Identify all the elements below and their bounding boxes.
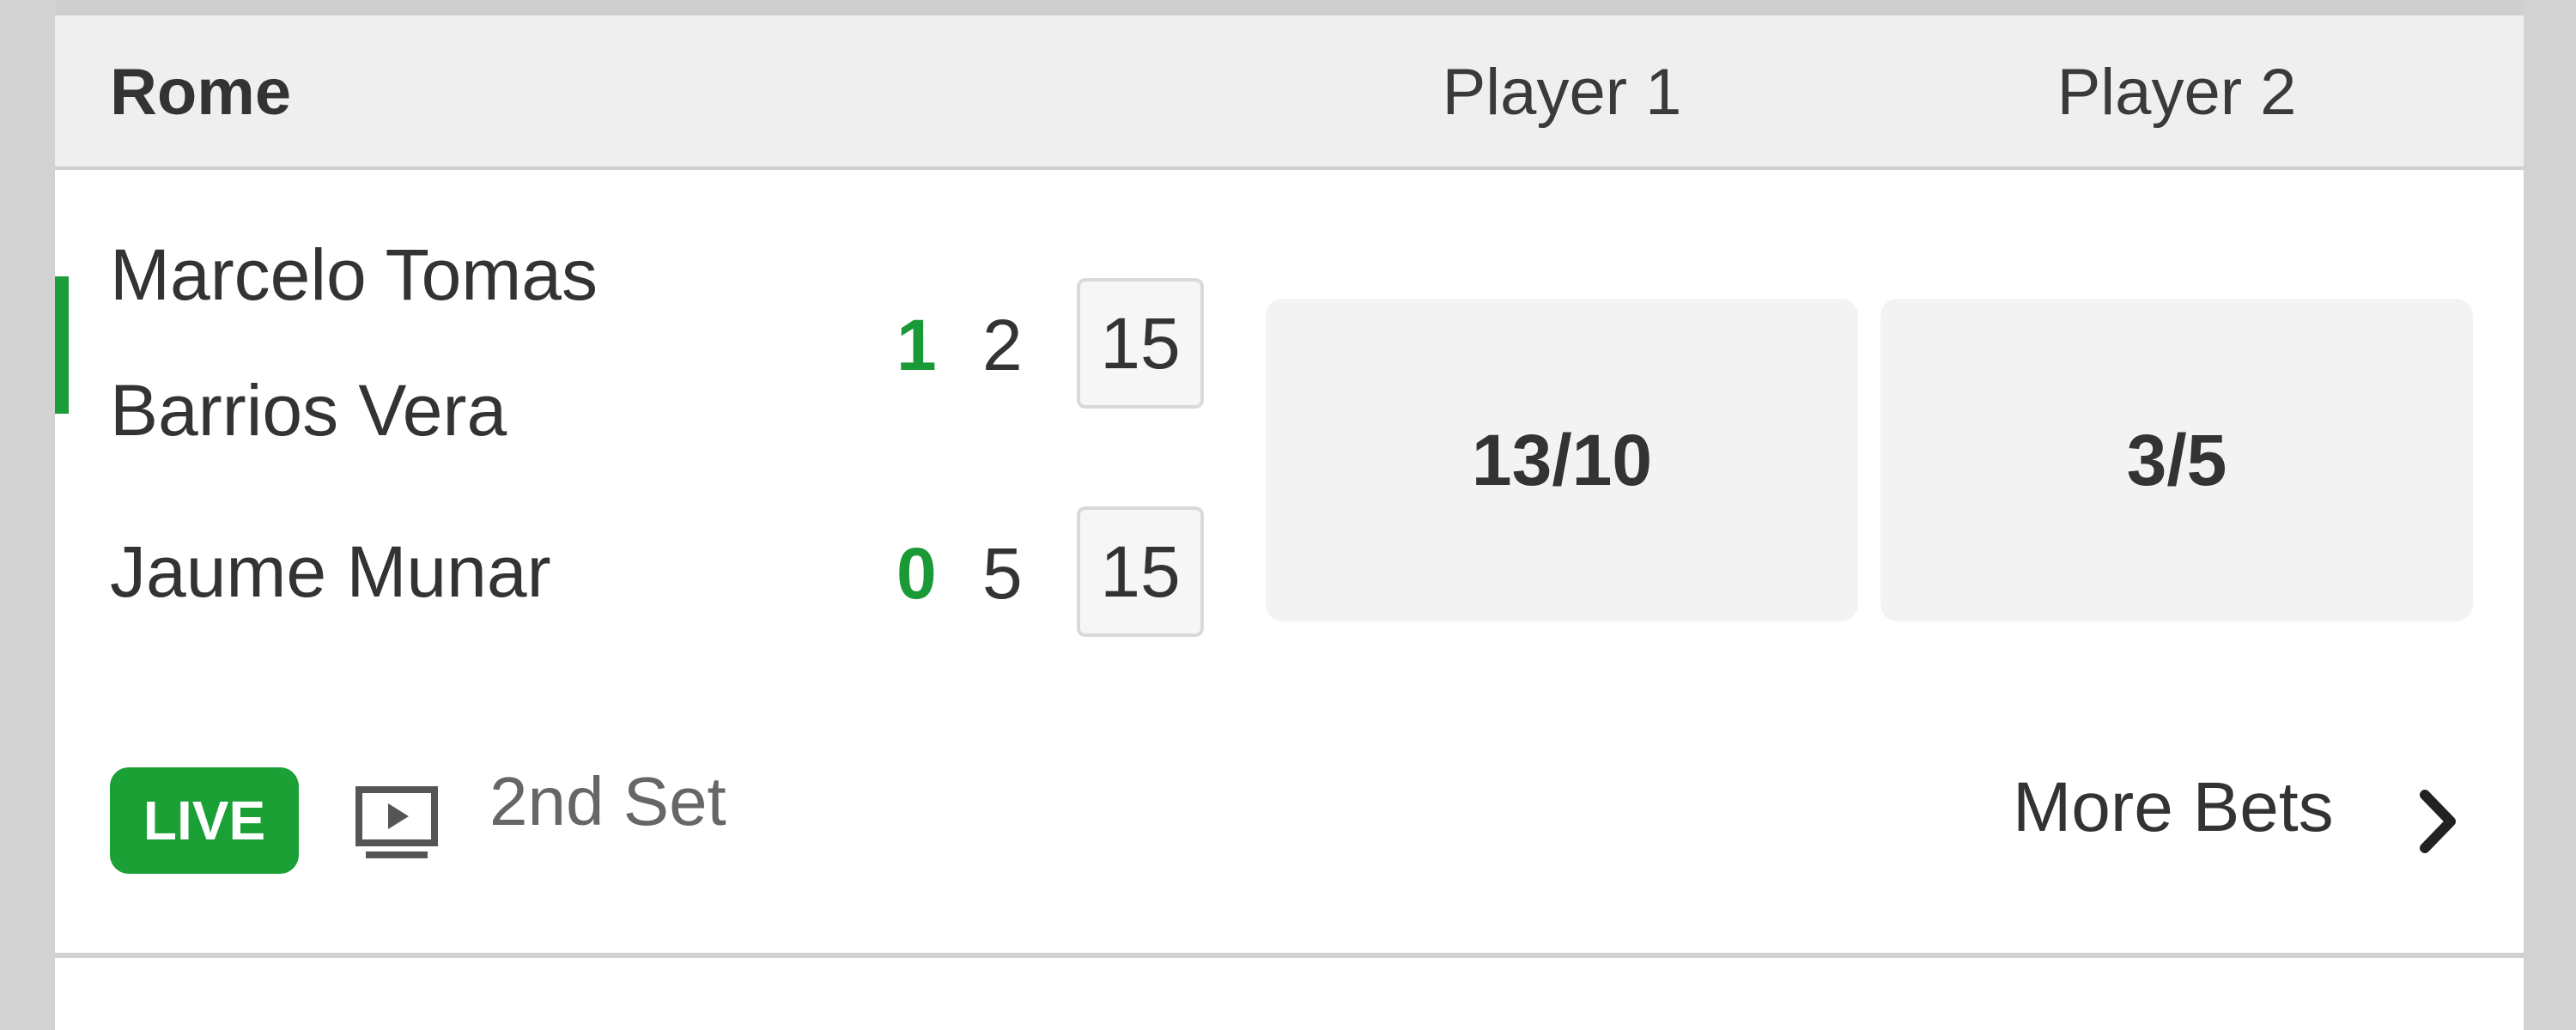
player2-name[interactable]: Jaume Munar bbox=[110, 530, 551, 614]
match-period: 2nd Set bbox=[489, 763, 726, 839]
player1-odds-button[interactable]: 13/10 bbox=[1266, 299, 1858, 621]
player1-name-line1[interactable]: Marcelo Tomas bbox=[110, 233, 598, 317]
player1-name-line2[interactable]: Barrios Vera bbox=[110, 369, 507, 452]
player2-sets: 0 bbox=[896, 533, 937, 614]
chevron-right-icon[interactable] bbox=[2416, 788, 2459, 855]
player2-column-header: Player 2 bbox=[2057, 56, 2297, 129]
top-divider bbox=[55, 0, 2524, 15]
player1-sets: 1 bbox=[896, 305, 937, 385]
event-card: Rome Player 1 Player 2 Marcelo Tomas Bar… bbox=[55, 0, 2524, 1030]
live-badge: LIVE bbox=[110, 767, 299, 874]
player1-games: 2 bbox=[982, 305, 1023, 385]
market-header: Rome Player 1 Player 2 bbox=[55, 15, 2524, 170]
player2-games: 5 bbox=[982, 533, 1023, 614]
tournament-title: Rome bbox=[110, 56, 292, 129]
player2-odds-button[interactable]: 3/5 bbox=[1880, 299, 2473, 621]
bottom-divider bbox=[55, 953, 2524, 958]
tv-play-icon[interactable] bbox=[354, 785, 440, 863]
player2-points: 15 bbox=[1077, 506, 1204, 637]
serving-indicator bbox=[55, 276, 69, 414]
more-bets-link[interactable]: More Bets bbox=[2013, 767, 2334, 848]
player1-points: 15 bbox=[1077, 278, 1204, 409]
player1-column-header: Player 1 bbox=[1442, 56, 1682, 129]
